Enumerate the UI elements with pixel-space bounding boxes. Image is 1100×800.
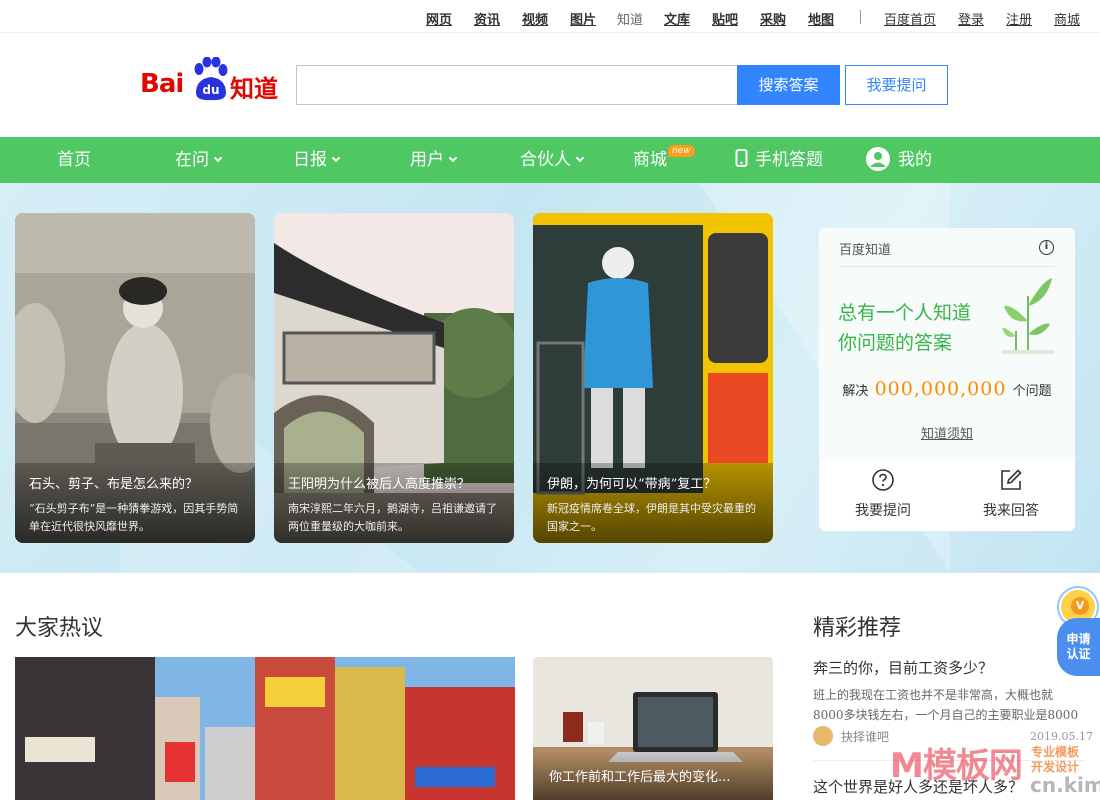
logo-text-du: du <box>202 83 219 97</box>
topbar-link-wenku[interactable]: 文库 <box>664 9 690 28</box>
solved-suffix: 个问题 <box>1012 384 1052 399</box>
solved-prefix: 解决 <box>842 384 869 399</box>
ask-question-button[interactable]: 我要提问 <box>845 65 948 105</box>
recommend-question-desc: 班上的我现在工资也并不是非常高，大概也就8000多块钱左右，一个月自己的主要职业… <box>813 688 1079 722</box>
solved-count: 000,000,000 <box>874 378 1007 400</box>
nav-item-daily[interactable]: 日报 <box>293 137 341 183</box>
top-bar: 网页 资讯 视频 图片 知道 文库 贴吧 采购 地图 百度首页 登录 注册 商城 <box>0 0 1100 33</box>
logo-text-bai: Bai <box>140 69 184 99</box>
answer-action-label: 我来回答 <box>983 503 1039 519</box>
sprout-icon <box>1002 278 1054 354</box>
info-icon[interactable]: i <box>1039 240 1054 255</box>
hot-card-work[interactable]: 你工作前和工作后最大的变化... <box>533 657 773 800</box>
ask-action[interactable]: 我要提问 <box>819 468 947 520</box>
user-icon <box>866 147 890 171</box>
card-title: 王阳明为什么被后人高度推崇？ <box>288 477 471 492</box>
nav-item-home[interactable]: 首页 <box>57 137 91 183</box>
zhidao-info-box: 百度知道 i 总有一个人知道 你问题的答案 解决 000,000,000 个问题… <box>819 228 1075 531</box>
nav-item-mall[interactable]: 商城 new <box>633 137 695 183</box>
carousel-card[interactable]: 石头、剪子、布是怎么来的？ “石头剪子布”是一种猜拳游戏，因其手势简单在近代很快… <box>15 213 255 543</box>
topbar-link-zhidao[interactable]: 知道 <box>617 9 643 28</box>
hot-discussion-title: 大家热议 <box>15 616 104 641</box>
avatar[interactable] <box>813 726 833 746</box>
nav-item-users[interactable]: 用户 <box>410 137 458 183</box>
chevron-down-icon <box>331 153 341 163</box>
watermark: M模板网 专业模板 开发设计 cn.kim <box>890 738 1100 800</box>
logo-text-zhidao: 知道 <box>230 75 278 103</box>
nav-label: 商城 <box>633 150 667 170</box>
zhidao-notice-link[interactable]: 知道须知 <box>819 423 1075 442</box>
watermark-url: cn.kim <box>1030 773 1100 797</box>
hot-card-city[interactable] <box>15 657 515 800</box>
card-caption: 王阳明为什么被后人高度推崇？ 南宋淳熙二年六月，鹅湖寺，吕祖谦邀请了两位重量级的… <box>274 463 514 543</box>
carousel-card[interactable]: 伊朗，为何可以“带病”复工？ 新冠疫情席卷全球，伊朗是其中受灾最重的国家之一。 <box>533 213 773 543</box>
topbar-link-map[interactable]: 地图 <box>808 9 834 28</box>
hero-section: 石头、剪子、布是怎么来的？ “石头剪子布”是一种猜拳游戏，因其手势简单在近代很快… <box>0 183 1100 573</box>
topbar-link-register[interactable]: 注册 <box>1006 9 1032 28</box>
card-description: “石头剪子布”是一种猜拳游戏，因其手势简单在近代很快风靡世界。 <box>29 502 239 533</box>
watermark-brand: M模板网 <box>890 746 1023 786</box>
hot-card-caption: 你工作前和工作后最大的变化... <box>533 752 773 800</box>
topbar-link-video[interactable]: 视频 <box>522 9 548 28</box>
info-box-top: 百度知道 i 总有一个人知道 你问题的答案 解决 000,000,000 个问题… <box>819 228 1075 459</box>
carousel-card[interactable]: 王阳明为什么被后人高度推崇？ 南宋淳熙二年六月，鹅湖寺，吕祖谦邀请了两位重量级的… <box>274 213 514 543</box>
ask-action-label: 我要提问 <box>855 503 911 519</box>
chevron-down-icon <box>213 153 223 163</box>
topbar-link-web[interactable]: 网页 <box>426 9 452 28</box>
baidu-zhidao-logo[interactable]: Bai du 知道 <box>140 55 280 105</box>
info-box-header: 百度知道 <box>839 243 892 258</box>
recommend-question-title[interactable]: 奔三的你，目前工资多少？ <box>813 657 993 678</box>
slogan-line-2: 你问题的答案 <box>838 332 953 354</box>
nav-label: 日报 <box>293 150 327 170</box>
card-caption: 伊朗，为何可以“带病”复工？ 新冠疫情席卷全球，伊朗是其中受灾最重的国家之一。 <box>533 463 773 543</box>
slogan-line-1: 总有一个人知道 <box>838 302 972 324</box>
card-description: 南宋淳熙二年六月，鹅湖寺，吕祖谦邀请了两位重量级的大咖前来。 <box>288 502 497 533</box>
solved-counter: 解决 000,000,000 个问题 <box>819 378 1075 400</box>
new-badge: new <box>668 145 695 157</box>
topbar-link-login[interactable]: 登录 <box>958 9 984 28</box>
card-title: 石头、剪子、布是怎么来的？ <box>29 477 199 492</box>
recommend-title: 精彩推荐 <box>813 616 902 641</box>
paw-icon: du <box>194 57 228 101</box>
topbar-link-news[interactable]: 资讯 <box>474 9 500 28</box>
apply-certification-badge[interactable]: V 申请认证 <box>1057 588 1100 676</box>
nav-item-asking[interactable]: 在问 <box>175 137 223 183</box>
nav-label: 在问 <box>175 150 209 170</box>
nav-item-mobile-answer[interactable]: 手机答题 <box>735 137 823 183</box>
carousel-pagination <box>373 570 415 573</box>
topbar-link-images[interactable]: 图片 <box>570 9 596 28</box>
topbar-link-tieba[interactable]: 贴吧 <box>712 9 738 28</box>
answer-action[interactable]: 我来回答 <box>947 468 1075 520</box>
topbar-link-mall[interactable]: 商城 <box>1054 9 1080 28</box>
nav-label: 我的 <box>898 150 932 170</box>
nav-item-partner[interactable]: 合伙人 <box>520 137 585 183</box>
topbar-separator <box>860 10 861 24</box>
info-box-divider <box>839 266 1055 267</box>
card-title: 伊朗，为何可以“带病”复工？ <box>547 477 717 492</box>
nav-label: 用户 <box>410 150 444 170</box>
nav-label: 首页 <box>57 150 91 170</box>
search-answer-button[interactable]: 搜索答案 <box>737 65 840 105</box>
phone-icon <box>735 149 748 167</box>
chevron-down-icon <box>575 153 585 163</box>
main-nav: 首页 在问 日报 用户 合伙人 商城 new 手机答题 我的 <box>0 137 1100 183</box>
nav-label: 合伙人 <box>520 150 571 170</box>
certification-label: 申请认证 <box>1057 618 1100 676</box>
question-circle-icon <box>872 469 894 491</box>
topbar-link-purchase[interactable]: 采购 <box>760 9 786 28</box>
chevron-down-icon <box>448 153 458 163</box>
recommend-username[interactable]: 抉择谁吧 <box>841 728 889 745</box>
vip-letter: V <box>1071 597 1089 615</box>
card-caption: 石头、剪子、布是怎么来的？ “石头剪子布”是一种猜拳游戏，因其手势简单在近代很快… <box>15 463 255 543</box>
topbar-link-baidu-home[interactable]: 百度首页 <box>884 9 936 28</box>
search-input[interactable] <box>296 65 738 105</box>
card-description: 新冠疫情席卷全球，伊朗是其中受灾最重的国家之一。 <box>547 502 756 533</box>
nav-label: 手机答题 <box>755 150 823 170</box>
edit-icon <box>1001 469 1022 490</box>
hot-image-city-street <box>15 657 515 800</box>
nav-item-mine[interactable]: 我的 <box>866 137 932 183</box>
